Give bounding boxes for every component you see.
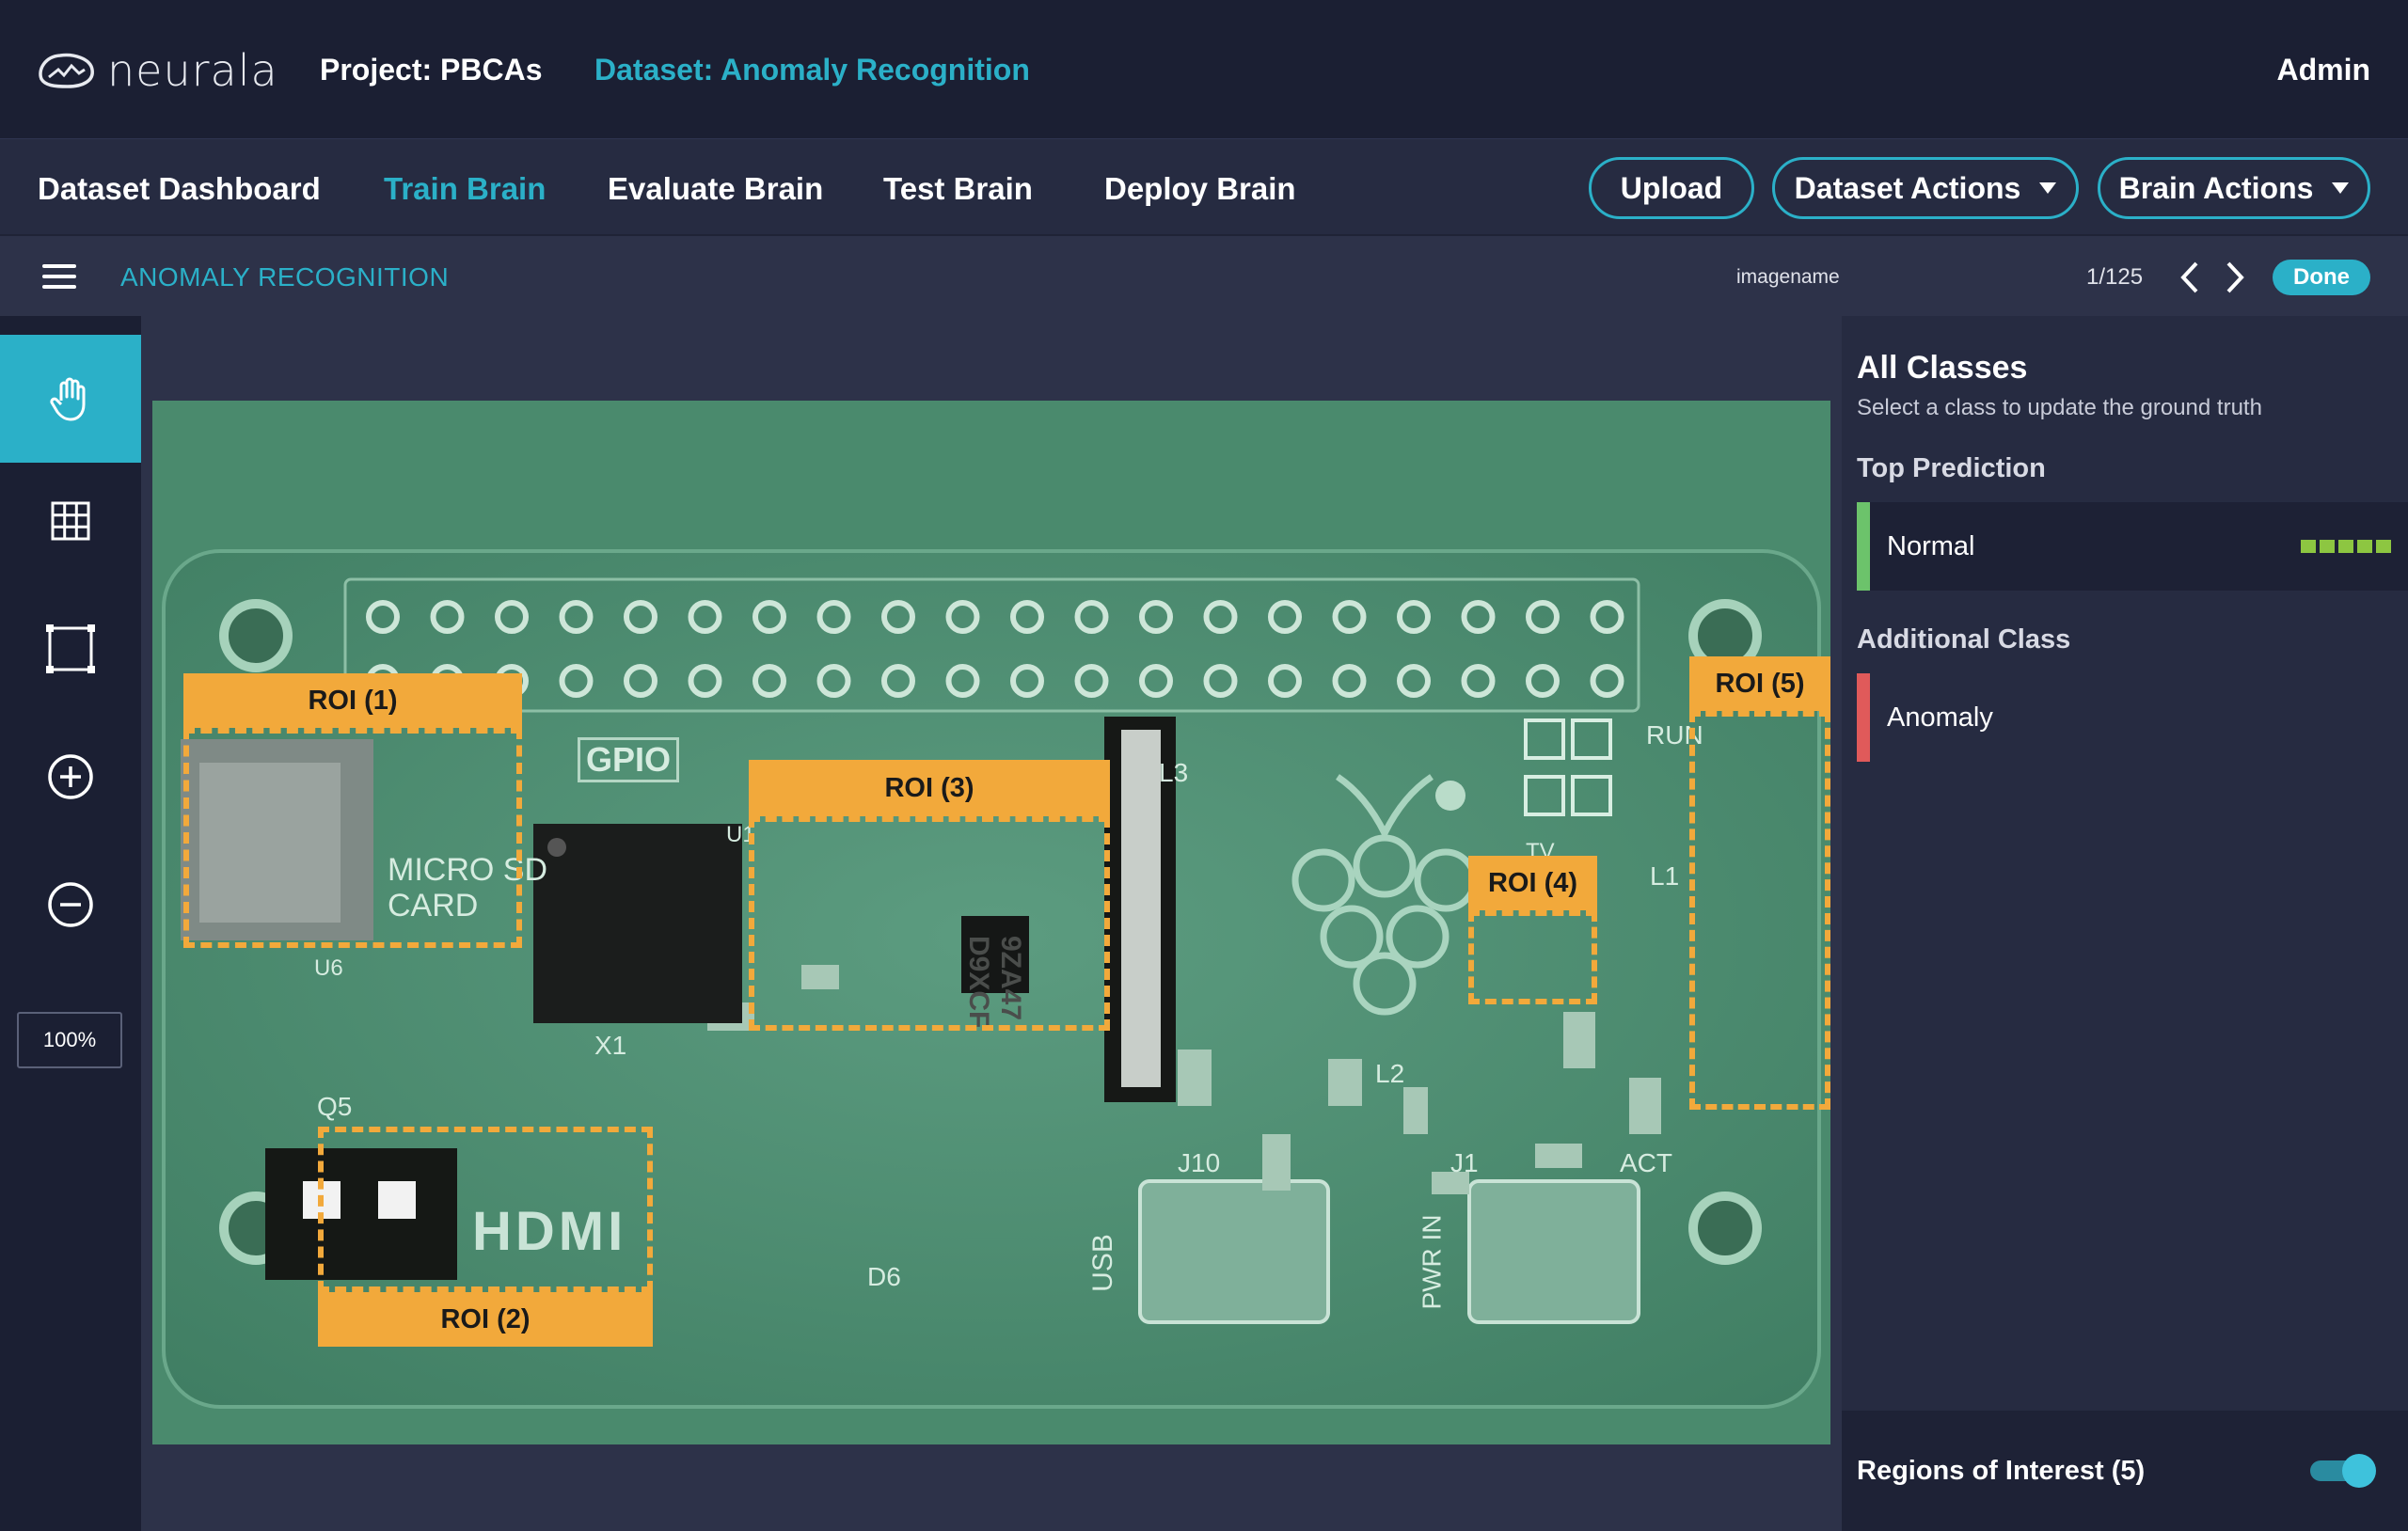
brain-logo-icon [39,53,94,88]
confidence-meter [2301,540,2391,553]
silk-gpio: GPIO [578,737,680,782]
silk-l3: L3 [1159,758,1189,787]
image-name: imagename [1736,266,1840,288]
roi-label[interactable]: ROI (3) [749,760,1110,816]
main-nav: Dataset Dashboard Train Brain Evaluate B… [0,138,2408,234]
top-bar: neurala Project: PBCAs Dataset: Anomaly … [0,0,2408,138]
nav-train-brain[interactable]: Train Brain [384,171,546,207]
nav-evaluate-brain[interactable]: Evaluate Brain [608,171,823,207]
roi-label[interactable]: ROI (4) [1468,856,1597,910]
logo-text: neurala [107,45,278,96]
image-toolbar: ANOMALY RECOGNITION imagename 1/125 Done [0,234,2408,316]
chevron-right-icon[interactable] [2216,259,2254,296]
silk-q5: Q5 [317,1092,353,1121]
roi-box[interactable] [183,728,522,948]
silk-pwr-in: PWR IN [1417,1214,1447,1310]
top-prediction-heading: Top Prediction [1857,453,2046,483]
roi-box[interactable] [749,816,1110,1031]
chevron-left-icon[interactable] [2171,259,2209,296]
roi-label[interactable]: ROI (5) [1689,656,1830,711]
upload-button-label: Upload [1620,170,1723,205]
zoom-in-button[interactable] [0,713,141,841]
roi-toggle-label: Regions of Interest (5) [1857,1456,2146,1486]
dataset-actions-label: Dataset Actions [1794,170,2021,205]
class-name: Normal [1887,530,1975,561]
hamburger-menu-icon[interactable] [42,264,76,289]
class-color-bar [1857,673,1870,762]
nav-dataset-dashboard[interactable]: Dataset Dashboard [38,171,321,207]
roi-label[interactable]: ROI (1) [183,673,522,728]
silk-x1: X1 [594,1031,627,1060]
roi-box[interactable] [318,1127,653,1292]
roi-toggle-switch[interactable] [2310,1454,2376,1488]
nav-test-brain[interactable]: Test Brain [883,171,1033,207]
tool-sidebar: 100% [0,316,141,1531]
class-item-anomaly[interactable]: Anomaly [1857,673,2408,762]
nav-deploy-brain[interactable]: Deploy Brain [1104,171,1296,207]
panel-subtitle: Select a class to update the ground trut… [1857,395,2262,420]
class-item-normal[interactable]: Normal [1857,502,2408,591]
zoom-out-icon [48,882,93,927]
silk-d6: D6 [867,1262,901,1291]
zoom-level-input[interactable]: 100% [17,1012,122,1068]
dataset-actions-dropdown[interactable]: Dataset Actions [1772,157,2079,219]
pan-tool-button[interactable] [0,335,141,463]
zoom-out-button[interactable] [0,841,141,969]
brain-actions-label: Brain Actions [2118,170,2314,205]
grid-tool-button[interactable] [0,457,141,585]
roi-label[interactable]: ROI (2) [318,1292,653,1347]
bounding-box-icon [46,624,95,673]
hand-icon [50,377,86,421]
bounding-box-tool-button[interactable] [0,585,141,713]
image-counter: 1/125 [2086,264,2144,290]
silk-l1: L1 [1650,861,1680,891]
upload-button[interactable]: Upload [1589,157,1754,219]
silk-j1: J1 [1450,1148,1479,1177]
dataset-link[interactable]: Dataset: Anomaly Recognition [594,53,1030,87]
silk-usb: USB [1086,1234,1118,1292]
class-name: Anomaly [1887,702,1993,733]
silk-act: ACT [1620,1148,1672,1177]
roi-box[interactable] [1468,910,1597,1004]
roi-box[interactable] [1689,711,1830,1110]
brain-actions-dropdown[interactable]: Brain Actions [2098,157,2370,219]
silk-l2: L2 [1375,1059,1405,1088]
caret-down-icon [2332,182,2350,194]
caret-down-icon [2039,182,2057,194]
class-color-bar [1857,502,1870,591]
done-button[interactable]: Done [2273,260,2370,295]
additional-class-heading: Additional Class [1857,624,2071,655]
annotation-canvas[interactable]: GPIO MICRO SD CARD HDMI USB PWR IN J10 J… [141,316,1842,1531]
project-title: Project: PBCAs [320,53,543,87]
class-panel: All Classes Select a class to update the… [1842,316,2408,1531]
silk-u6: U6 [314,955,343,981]
user-menu[interactable]: Admin [2276,53,2370,87]
silk-j10: J10 [1178,1148,1221,1177]
page-title: ANOMALY RECOGNITION [120,262,450,292]
grid-icon [51,501,90,541]
panel-title: All Classes [1857,350,2028,386]
zoom-in-icon [48,754,93,799]
pcb-image[interactable]: GPIO MICRO SD CARD HDMI USB PWR IN J10 J… [152,401,1830,1444]
roi-toggle-row: Regions of Interest (5) [1842,1411,2408,1531]
neurala-logo[interactable]: neurala [36,45,278,96]
